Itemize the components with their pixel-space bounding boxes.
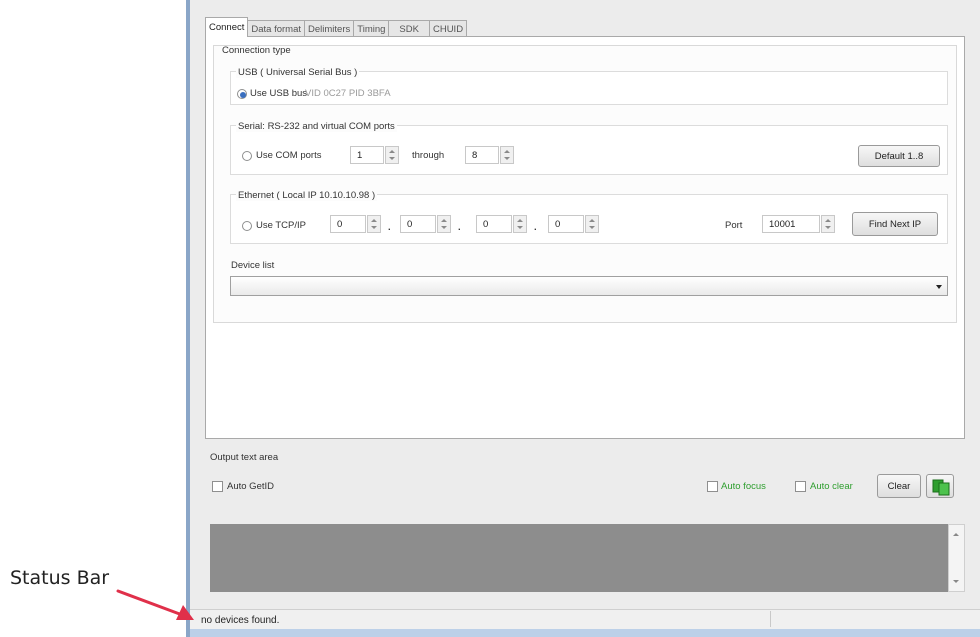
use-com-ports-label: Use COM ports	[256, 150, 322, 161]
ip-dot: .	[458, 222, 461, 233]
tab-data-format[interactable]: Data format	[247, 20, 306, 37]
use-com-ports-radio[interactable]	[242, 151, 252, 161]
find-next-ip-button[interactable]: Find Next IP	[852, 212, 938, 236]
use-usb-label: Use USB bus	[250, 88, 308, 99]
output-text-area[interactable]	[210, 524, 948, 592]
com-to-input[interactable]: 8	[465, 146, 499, 164]
ip-octet-1-input[interactable]: 0	[330, 215, 366, 233]
use-usb-radio[interactable]	[237, 89, 247, 99]
usb-group-label: USB ( Universal Serial Bus )	[236, 67, 360, 78]
auto-focus-label: Auto focus	[721, 481, 766, 492]
connection-type-label: Connection type	[222, 45, 291, 56]
ip-dot: .	[534, 222, 537, 233]
device-list-label: Device list	[231, 260, 275, 271]
ip-dot: .	[388, 222, 391, 233]
clear-button[interactable]: Clear	[877, 474, 921, 498]
tab-timing[interactable]: Timing	[353, 20, 390, 37]
ethernet-group-label: Ethernet ( Local IP 10.10.10.98 )	[236, 190, 378, 201]
window-bottom-edge	[190, 629, 980, 637]
ip-octet-3-input[interactable]: 0	[476, 215, 512, 233]
auto-clear-label: Auto clear	[810, 481, 853, 492]
through-label: through	[412, 150, 445, 161]
com-to-stepper[interactable]	[500, 146, 514, 164]
scroll-down-icon[interactable]	[953, 580, 959, 583]
output-scrollbar[interactable]	[948, 524, 965, 592]
auto-getid-checkbox[interactable]	[212, 481, 223, 492]
serial-group	[230, 125, 948, 175]
use-tcpip-label: Use TCP/IP	[256, 220, 306, 231]
port-input[interactable]: 10001	[762, 215, 820, 233]
ip-octet-3-stepper[interactable]	[513, 215, 527, 233]
auto-clear-checkbox[interactable]	[795, 481, 806, 492]
status-bar-divider	[770, 611, 771, 627]
tab-connect[interactable]: Connect	[205, 17, 249, 37]
ip-octet-2-stepper[interactable]	[437, 215, 451, 233]
ip-octet-1-stepper[interactable]	[367, 215, 381, 233]
tab-strip: Connect Data format Delimiters Timing SD…	[205, 15, 468, 37]
tab-sdk[interactable]: SDK	[388, 20, 430, 37]
ip-octet-2-input[interactable]: 0	[400, 215, 436, 233]
annotation-label: Status Bar	[10, 567, 110, 589]
device-list-dropdown[interactable]	[230, 276, 948, 296]
com-from-stepper[interactable]	[385, 146, 399, 164]
scroll-up-icon[interactable]	[953, 533, 959, 536]
com-from-input[interactable]: 1	[350, 146, 384, 164]
ip-octet-4-stepper[interactable]	[585, 215, 599, 233]
green-copy-icon	[927, 475, 955, 499]
output-text-area-label: Output text area	[210, 452, 279, 463]
auto-focus-checkbox[interactable]	[707, 481, 718, 492]
status-message: no devices found.	[201, 615, 280, 626]
usb-vid-pid: VID 0C27 PID 3BFA	[305, 88, 391, 99]
tab-chuid[interactable]: CHUID	[428, 20, 468, 37]
chevron-down-icon	[936, 285, 942, 289]
status-bar: no devices found.	[190, 609, 980, 629]
default-1-8-button[interactable]: Default 1..8	[858, 145, 940, 167]
port-stepper[interactable]	[821, 215, 835, 233]
ip-octet-4-input[interactable]: 0	[548, 215, 584, 233]
port-label: Port	[725, 220, 743, 231]
auto-getid-label: Auto GetID	[227, 481, 274, 492]
use-tcpip-radio[interactable]	[242, 221, 252, 231]
copy-output-button[interactable]	[926, 474, 954, 498]
serial-group-label: Serial: RS-232 and virtual COM ports	[236, 121, 397, 132]
tab-delimiters[interactable]: Delimiters	[304, 20, 355, 37]
